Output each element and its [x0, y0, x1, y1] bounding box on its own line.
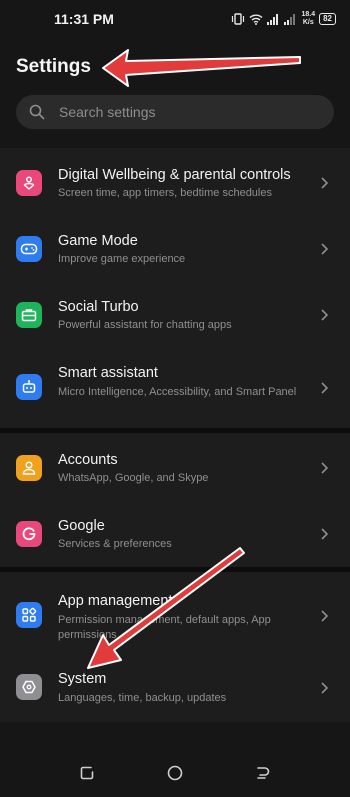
navigation-bar: [0, 748, 350, 797]
arrow-to-title-icon: [102, 49, 301, 87]
chevron-right-icon: [321, 610, 329, 622]
system-icons: 18.4 K/s 82: [231, 9, 336, 29]
search-input[interactable]: Search settings: [16, 95, 334, 129]
status-bar: 11:31 PM 18.4 K/s 82: [0, 0, 350, 40]
item-subtitle: WhatsApp, Google, and Skype: [58, 472, 209, 484]
item-subtitle: Languages, time, backup, updates: [58, 692, 227, 704]
settings-item-app-management[interactable]: App management Permission management, de…: [0, 574, 350, 654]
robot-icon: [16, 374, 42, 400]
search-icon: [29, 104, 45, 120]
chevron-right-icon: [321, 177, 329, 189]
network-speed: 18.4 K/s: [301, 11, 316, 26]
settings-item-social-turbo[interactable]: Social Turbo Powerful assistant for chat…: [0, 282, 350, 348]
settings-item-game-mode[interactable]: Game Mode Improve game experience: [0, 216, 350, 282]
item-subtitle: Screen time, app timers, bedtime schedul…: [58, 187, 272, 199]
signal-icon-2: [284, 14, 296, 25]
apps-grid-icon: [16, 602, 42, 628]
item-label: Social Turbo: [58, 299, 139, 315]
gamepad-icon: [16, 236, 42, 262]
settings-item-smart-assistant[interactable]: Smart assistant Micro Intelligence, Acce…: [0, 348, 350, 428]
item-label: Game Mode: [58, 233, 138, 249]
google-g-icon: [16, 521, 42, 547]
chevron-right-icon: [321, 309, 329, 321]
search-placeholder: Search settings: [59, 104, 156, 120]
settings-item-system[interactable]: System Languages, time, backup, updates: [0, 654, 350, 720]
page-title: Settings: [16, 56, 91, 77]
wifi-icon: [250, 14, 263, 25]
item-label: Accounts: [58, 452, 118, 468]
recents-button-icon[interactable]: [78, 764, 96, 782]
item-subtitle: Micro Intelligence, Accessibility, and S…: [58, 386, 297, 398]
item-label: Smart assistant: [58, 365, 158, 381]
settings-item-accounts[interactable]: Accounts WhatsApp, Google, and Skype: [0, 435, 350, 501]
hexagon-icon: [16, 674, 42, 700]
heart-person-icon: [16, 170, 42, 196]
item-label: App management: [58, 593, 173, 609]
settings-item-digital-wellbeing[interactable]: Digital Wellbeing & parental controls Sc…: [0, 150, 350, 216]
briefcase-icon: [16, 302, 42, 328]
item-subtitle: Improve game experience: [58, 253, 186, 265]
home-button-icon[interactable]: [166, 764, 184, 782]
item-subtitle: Powerful assistant for chatting apps: [58, 319, 232, 331]
person-icon: [16, 455, 42, 481]
item-label: Google: [58, 518, 105, 534]
chevron-right-icon: [321, 682, 329, 694]
signal-icon: [267, 14, 279, 25]
item-subtitle: Permission management, default apps, App…: [58, 614, 271, 641]
chevron-right-icon: [321, 528, 329, 540]
chevron-right-icon: [321, 462, 329, 474]
item-subtitle: Services & preferences: [58, 538, 172, 550]
chevron-right-icon: [321, 382, 329, 394]
status-time: 11:31 PM: [54, 11, 114, 27]
item-label: Digital Wellbeing & parental controls: [58, 167, 291, 183]
vibrate-icon: [232, 13, 245, 25]
back-button-icon[interactable]: [254, 764, 272, 782]
settings-item-google[interactable]: Google Services & preferences: [0, 501, 350, 567]
chevron-right-icon: [321, 243, 329, 255]
battery-indicator: 82: [319, 13, 336, 25]
item-label: System: [58, 671, 107, 687]
